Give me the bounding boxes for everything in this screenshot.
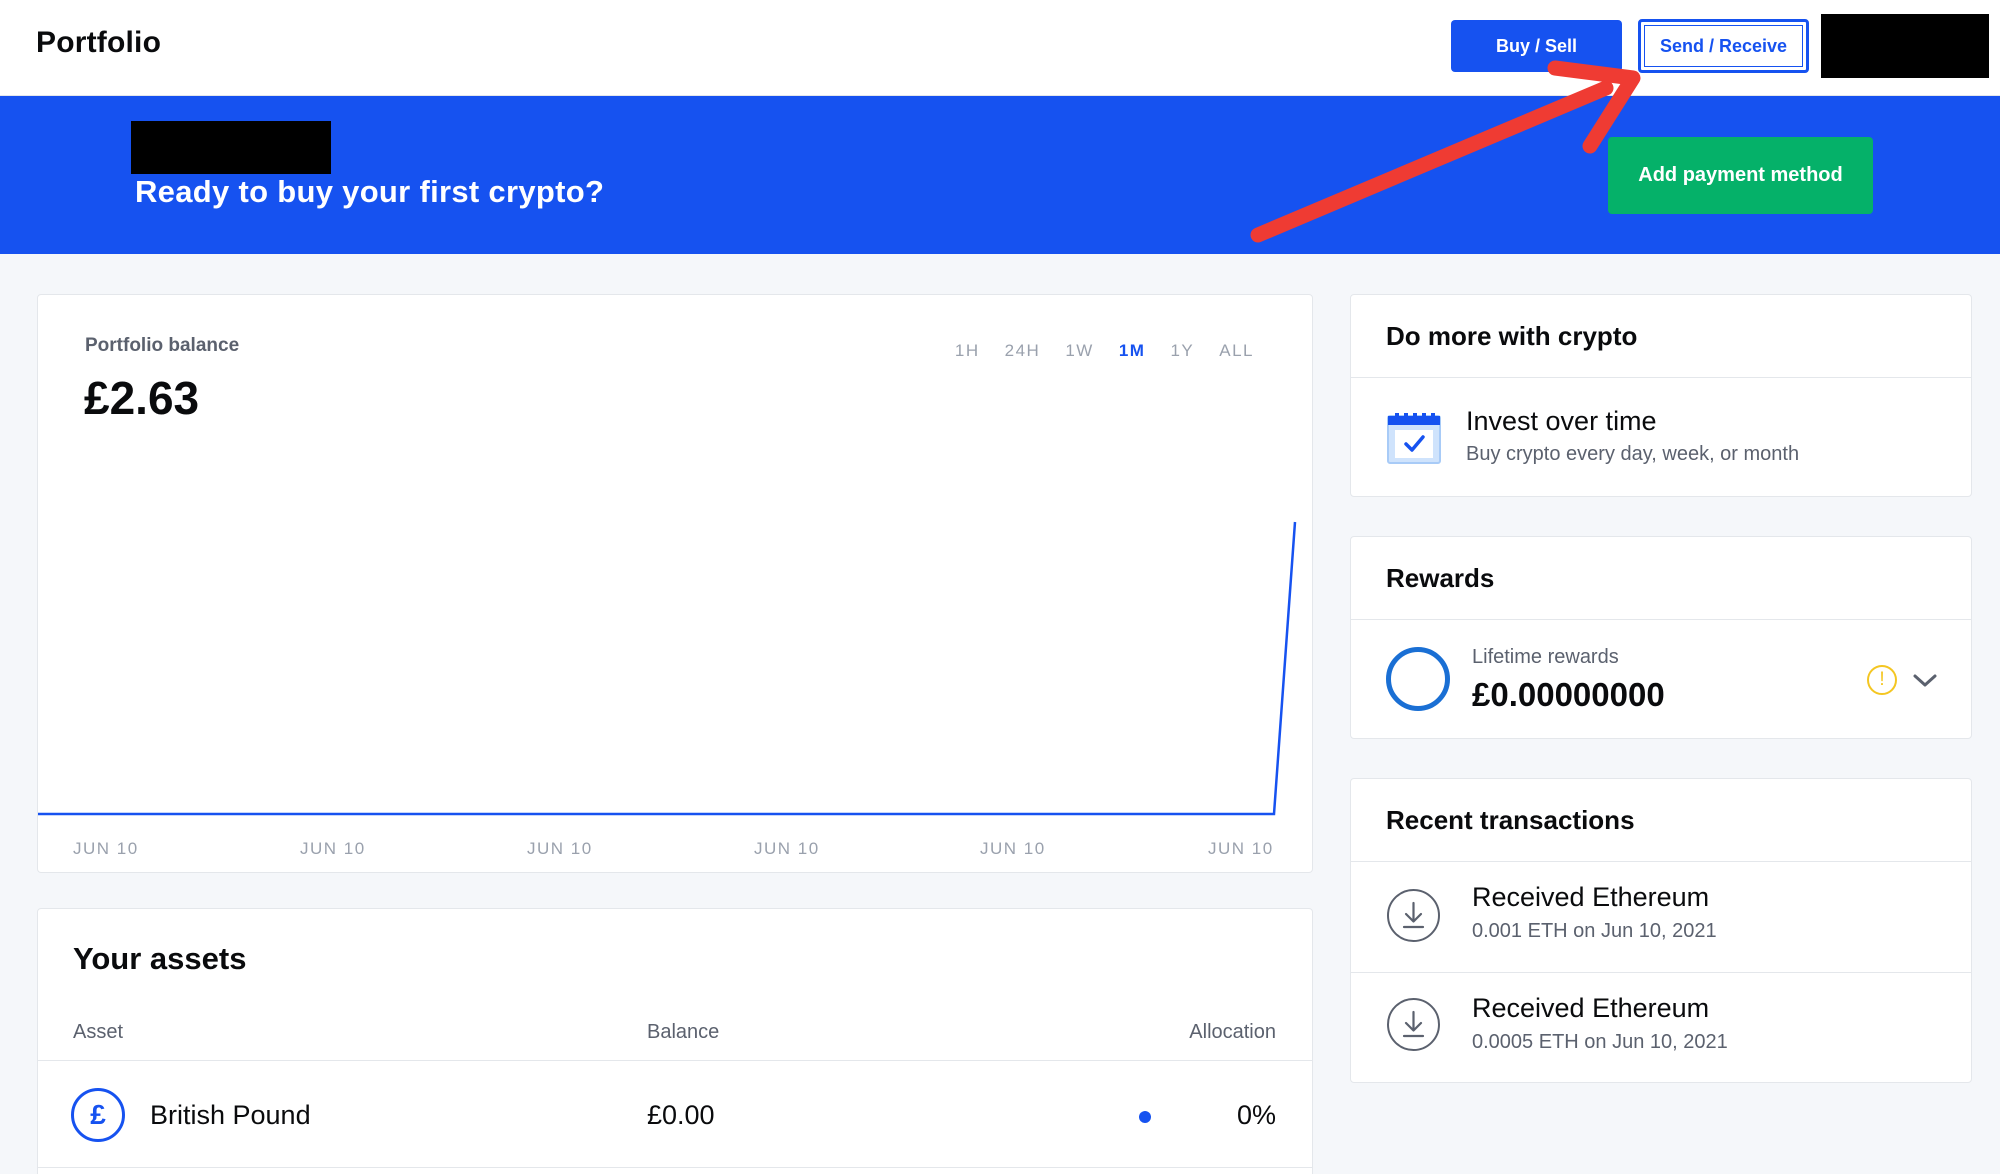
banner-message: Ready to buy your first crypto? bbox=[135, 174, 605, 209]
invest-over-time-title: Invest over time bbox=[1466, 406, 1657, 436]
list-item[interactable]: Received Ethereum 0.0005 ETH on Jun 10, … bbox=[1351, 973, 1971, 1083]
x-tick-label: JUN 10 bbox=[300, 839, 366, 858]
x-tick-label: JUN 10 bbox=[527, 839, 593, 858]
pound-currency-icon: £ bbox=[71, 1088, 125, 1142]
rewards-card: Rewards Lifetime rewards £0.00000000 ! bbox=[1350, 536, 1972, 739]
lifetime-rewards-label: Lifetime rewards bbox=[1472, 646, 1619, 668]
assets-table-header: Asset Balance Allocation bbox=[38, 1021, 1312, 1061]
send-receive-button[interactable]: Send / Receive bbox=[1638, 19, 1809, 73]
invest-over-time-item[interactable]: Invest over time Buy crypto every day, w… bbox=[1351, 378, 1971, 497]
asset-allocation: 0% bbox=[1236, 1100, 1276, 1130]
rewards-title: Rewards bbox=[1386, 563, 1495, 593]
list-item[interactable]: Received Ethereum 0.001 ETH on Jun 10, 2… bbox=[1351, 862, 1971, 972]
chevron-down-icon[interactable] bbox=[1911, 667, 1939, 695]
x-tick-label: JUN 10 bbox=[73, 839, 139, 858]
invest-over-time-subtitle: Buy crypto every day, week, or month bbox=[1466, 443, 1800, 465]
table-row[interactable]: £ British Pound £0.00 0% bbox=[38, 1064, 1312, 1168]
rewards-ring-icon bbox=[1386, 647, 1450, 711]
transaction-title: Received Ethereum bbox=[1472, 993, 1710, 1023]
lifetime-rewards-value: £0.00000000 bbox=[1472, 676, 1665, 713]
transaction-subtitle: 0.001 ETH on Jun 10, 2021 bbox=[1472, 920, 1717, 942]
top-header: Portfolio Buy / Sell Send / Receive bbox=[0, 0, 2000, 96]
x-tick-label: JUN 10 bbox=[1208, 839, 1274, 858]
recent-transactions-title: Recent transactions bbox=[1386, 805, 1635, 835]
balance-series-line bbox=[38, 521, 1297, 816]
column-asset: Asset bbox=[73, 1021, 124, 1043]
warning-icon[interactable]: ! bbox=[1867, 665, 1897, 695]
recent-transactions-card: Recent transactions Received Ethereum 0.… bbox=[1350, 778, 1972, 1083]
column-balance: Balance bbox=[647, 1021, 720, 1043]
redacted-account-menu bbox=[1821, 14, 1989, 78]
redacted-user-name bbox=[131, 121, 331, 174]
x-tick-label: JUN 10 bbox=[754, 839, 820, 858]
allocation-dot bbox=[1139, 1111, 1151, 1123]
download-icon bbox=[1387, 998, 1440, 1051]
do-more-card: Do more with crypto Invest over time Buy… bbox=[1350, 294, 1972, 497]
x-tick-label: JUN 10 bbox=[980, 839, 1046, 858]
add-payment-method-button[interactable]: Add payment method bbox=[1608, 137, 1873, 214]
assets-title: Your assets bbox=[73, 941, 247, 976]
portfolio-balance-chart bbox=[38, 521, 1297, 816]
your-assets-card: Your assets Asset Balance Allocation £ B… bbox=[37, 908, 1313, 1174]
chart-x-axis-labels: JUN 10 JUN 10 JUN 10 JUN 10 JUN 10 JUN 10 bbox=[38, 839, 1314, 863]
download-icon bbox=[1387, 889, 1440, 942]
column-allocation: Allocation bbox=[1189, 1021, 1276, 1043]
page-title: Portfolio bbox=[36, 26, 162, 59]
calendar-check-icon bbox=[1387, 413, 1441, 464]
transaction-subtitle: 0.0005 ETH on Jun 10, 2021 bbox=[1472, 1031, 1728, 1053]
divider bbox=[1351, 619, 1971, 620]
asset-name: British Pound bbox=[150, 1100, 311, 1130]
do-more-title: Do more with crypto bbox=[1386, 321, 1638, 351]
transaction-title: Received Ethereum bbox=[1472, 882, 1710, 912]
asset-balance: £0.00 bbox=[647, 1100, 715, 1130]
buy-sell-button[interactable]: Buy / Sell bbox=[1451, 20, 1622, 72]
portfolio-balance-card: Portfolio balance £2.63 1H 24H 1W 1M 1Y … bbox=[37, 294, 1313, 873]
